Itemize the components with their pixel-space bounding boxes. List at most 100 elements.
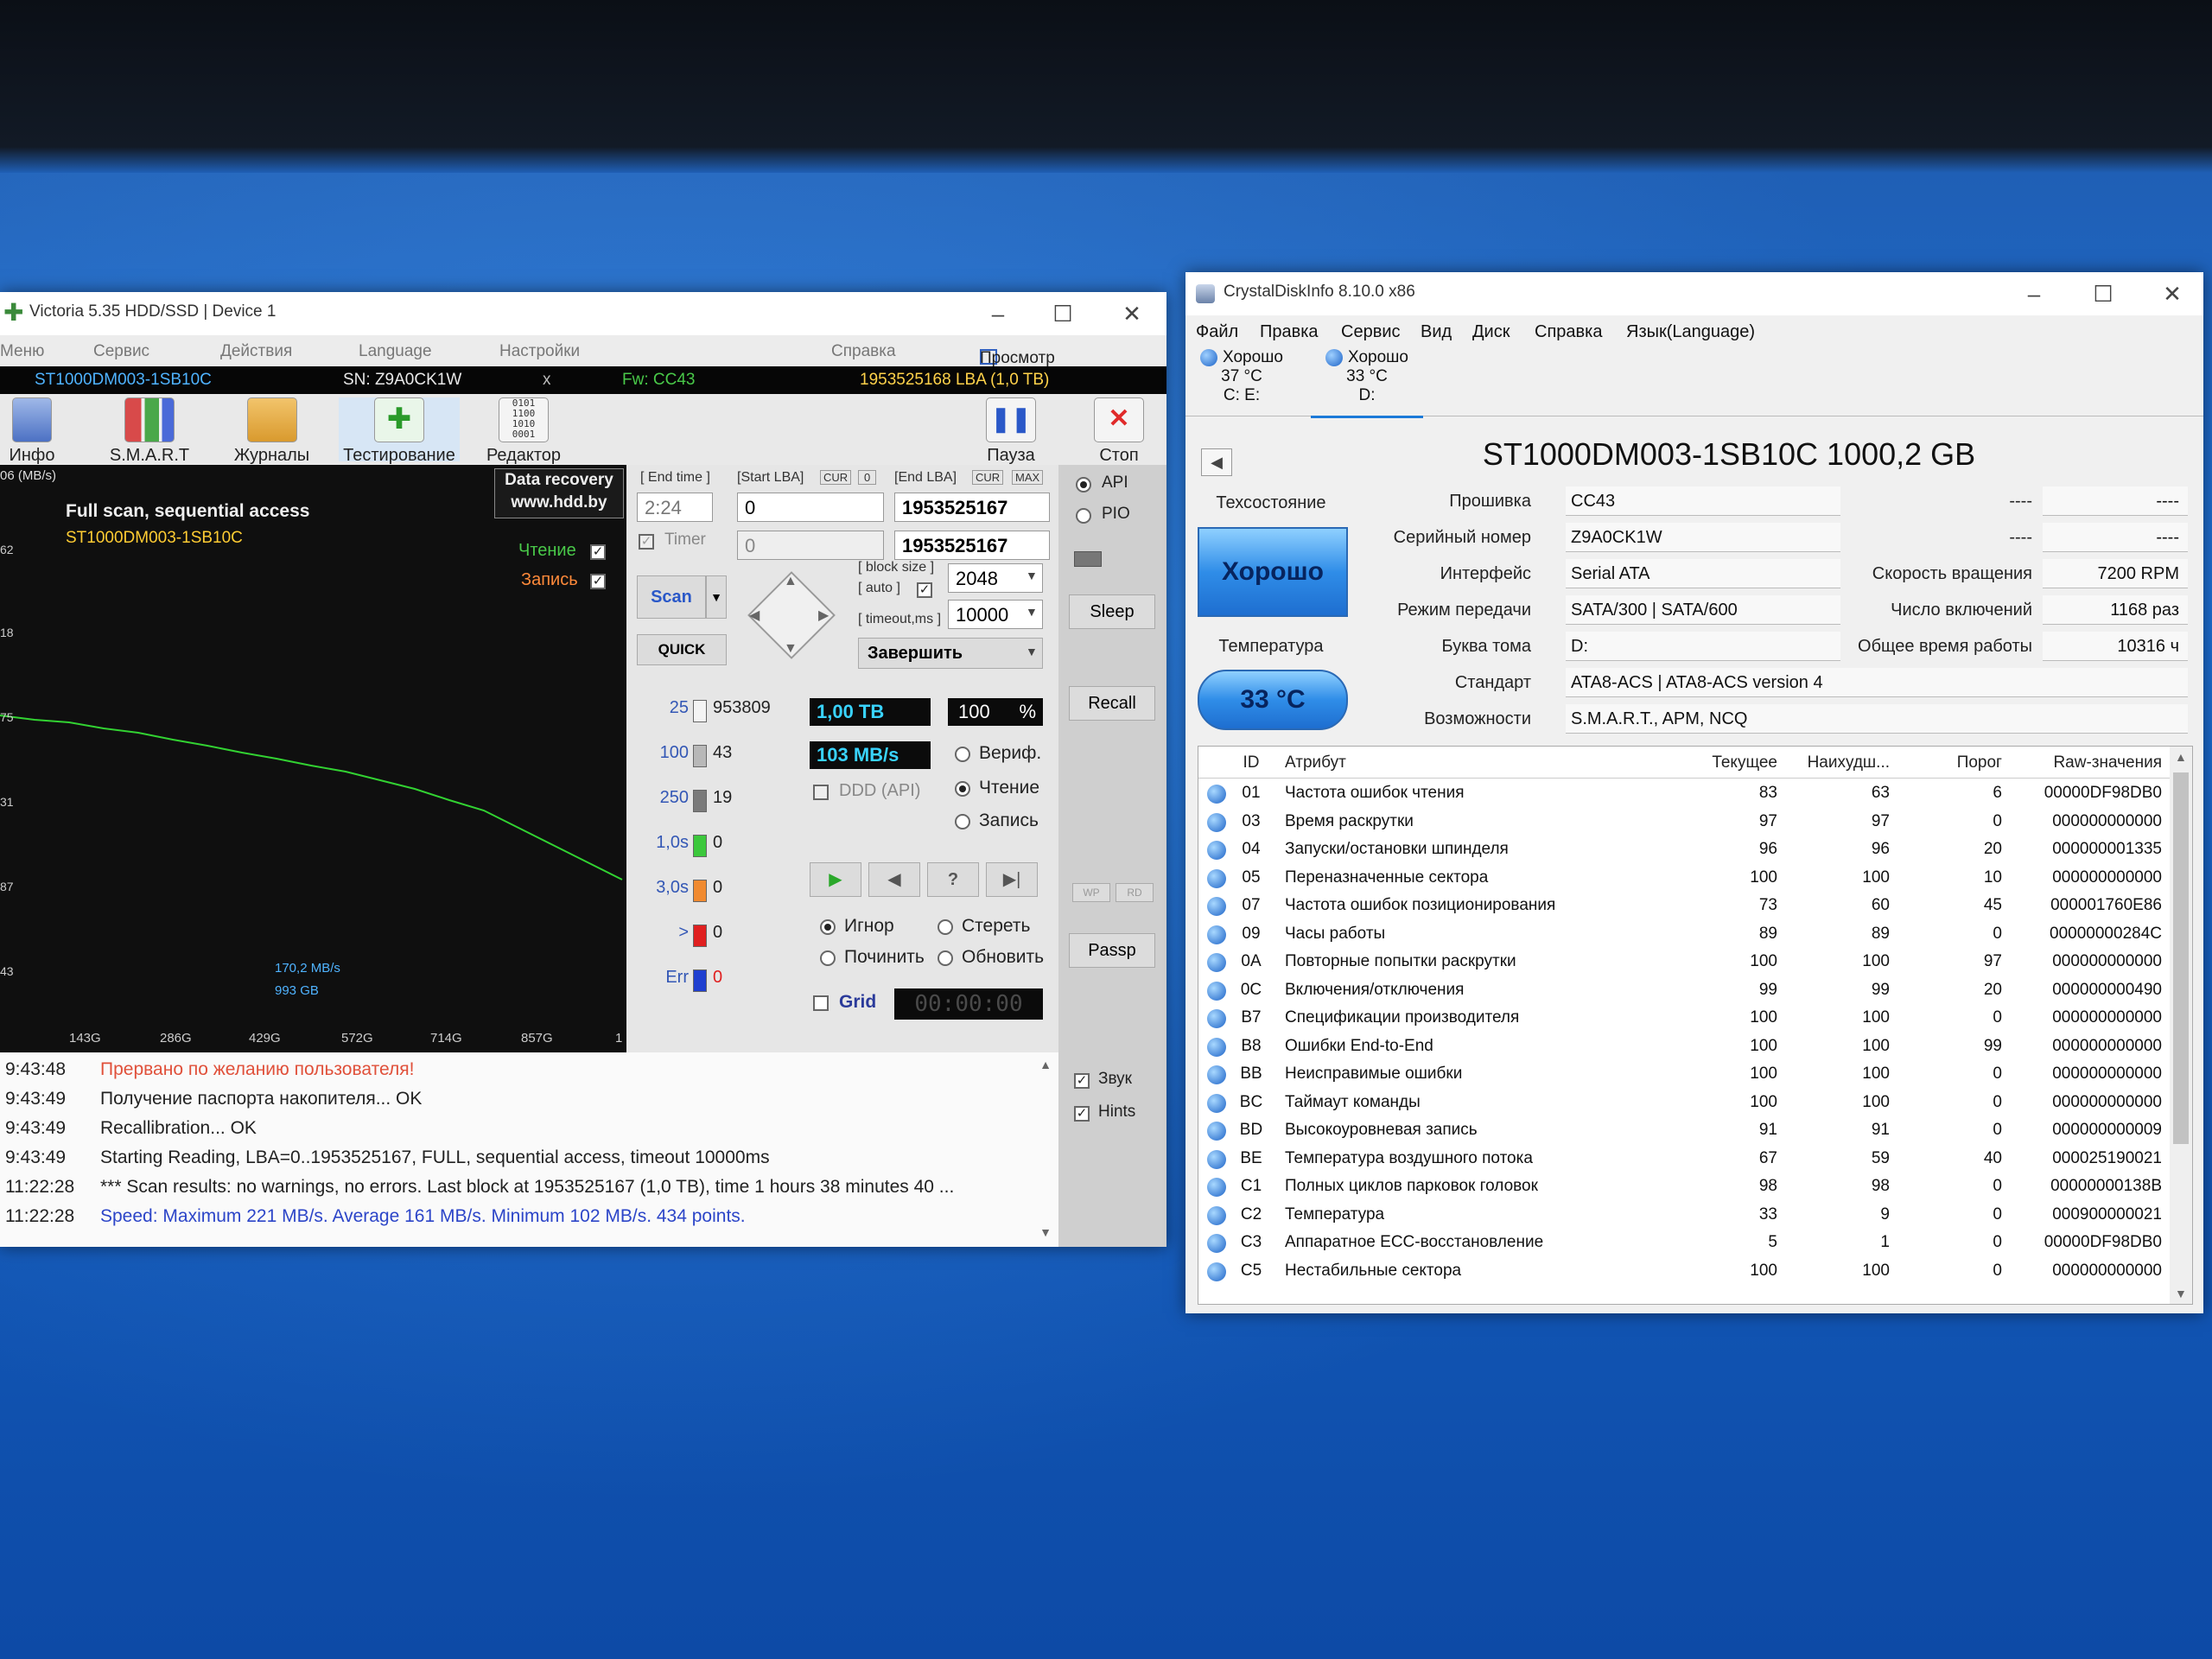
table-row[interactable]: BC Таймаут команды 100 100 0 000000000000 bbox=[1198, 1089, 2170, 1117]
table-row[interactable]: 07 Частота ошибок позиционирования 73 60 45 0… bbox=[1198, 892, 2170, 920]
write-radio[interactable] bbox=[955, 814, 970, 830]
wp-button[interactable]: WP bbox=[1072, 883, 1110, 902]
sleep-button[interactable]: Sleep bbox=[1069, 594, 1155, 629]
menu-item[interactable]: Сервис bbox=[93, 342, 149, 361]
temperature-button[interactable]: 33 °C bbox=[1198, 670, 1348, 730]
menu-item[interactable]: Вид bbox=[1421, 322, 1452, 342]
timer-end-input[interactable]: 1953525167 bbox=[894, 531, 1050, 560]
end-max-button[interactable]: MAX bbox=[1012, 470, 1044, 485]
auto-checkbox[interactable]: ✓ bbox=[917, 582, 932, 598]
table-row[interactable]: 01 Частота ошибок чтения 83 63 6 00000DF98DB0 bbox=[1198, 779, 2170, 808]
maximize-icon[interactable]: ☐ bbox=[2077, 277, 2129, 310]
random-seek-icon[interactable]: ? bbox=[927, 862, 979, 897]
smart-scrollbar[interactable]: ▲ ▼ bbox=[2170, 747, 2192, 1304]
read-radio[interactable] bbox=[955, 781, 970, 797]
scan-button[interactable]: Scan bbox=[637, 575, 706, 619]
drive-tab-c[interactable]: Хорошо 37 °C C: E: bbox=[1185, 346, 1298, 416]
passport-button[interactable]: Passp bbox=[1069, 933, 1155, 968]
col-attribute[interactable]: Атрибут bbox=[1285, 753, 1346, 772]
write-checkbox[interactable]: ✓ bbox=[590, 574, 606, 589]
table-row[interactable]: BD Высокоуровневая запись 91 91 0 00000000000… bbox=[1198, 1116, 2170, 1145]
menu-item[interactable]: Настройки bbox=[499, 342, 580, 361]
table-row[interactable]: C1 Полных циклов парковок головок 98 98 0 000… bbox=[1198, 1173, 2170, 1201]
start-cur-button[interactable]: CUR bbox=[820, 470, 852, 485]
table-row[interactable]: 0C Включения/отключения 99 99 20 000000000490 bbox=[1198, 976, 2170, 1005]
table-row[interactable]: 03 Время раскрутки 97 97 0 000000000000 bbox=[1198, 808, 2170, 836]
testing-button[interactable]: ✚ Тестирование bbox=[339, 397, 460, 465]
grid-checkbox[interactable] bbox=[813, 995, 829, 1011]
col-id[interactable]: ID bbox=[1230, 753, 1273, 772]
rd-button[interactable]: RD bbox=[1116, 883, 1154, 902]
recall-button[interactable]: Recall bbox=[1069, 686, 1155, 721]
hints-checkbox[interactable]: ✓ bbox=[1074, 1106, 1090, 1122]
sound-checkbox[interactable]: ✓ bbox=[1074, 1073, 1090, 1089]
table-row[interactable]: B8 Ошибки End-to-End 100 100 99 000000000000 bbox=[1198, 1033, 2170, 1061]
maximize-icon[interactable]: ☐ bbox=[1037, 297, 1089, 330]
table-row[interactable]: 04 Запуски/остановки шпинделя 96 96 20 000000… bbox=[1198, 836, 2170, 864]
menu-item[interactable]: Диск bbox=[1472, 322, 1510, 342]
menu-item[interactable]: Язык(Language) bbox=[1626, 322, 1755, 342]
health-status-button[interactable]: Хорошо bbox=[1198, 527, 1348, 617]
table-row[interactable]: 09 Часы работы 89 89 0 00000000284C bbox=[1198, 920, 2170, 949]
erase-radio[interactable] bbox=[938, 919, 953, 935]
menu-item[interactable]: Справка bbox=[1535, 322, 1602, 342]
table-row[interactable]: BB Неисправимые ошибки 100 100 0 000000000000 bbox=[1198, 1060, 2170, 1089]
data-recovery-link[interactable]: Data recovery www.hdd.by bbox=[494, 468, 624, 518]
table-row[interactable]: BE Температура воздушного потока 67 59 40 000… bbox=[1198, 1145, 2170, 1173]
minimize-icon[interactable]: – bbox=[972, 297, 1024, 330]
stop-button[interactable]: ✕ Стоп bbox=[1084, 397, 1154, 466]
scroll-up-icon[interactable]: ▲ bbox=[2175, 750, 2187, 764]
menu-item[interactable]: Меню bbox=[0, 342, 44, 361]
table-row[interactable]: C3 Аппаратное ECC-восстановление 5 1 0 00000D… bbox=[1198, 1229, 2170, 1257]
table-row[interactable]: 0A Повторные попытки раскрутки 100 100 97 000… bbox=[1198, 948, 2170, 976]
menu-item[interactable]: Файл bbox=[1196, 322, 1238, 342]
verify-radio[interactable] bbox=[955, 747, 970, 762]
cdi-titlebar[interactable]: CrystalDiskInfo 8.10.0 x86 – ☐ ✕ bbox=[1185, 272, 2203, 315]
timer-start-input[interactable]: 0 bbox=[737, 531, 884, 560]
scroll-down-icon[interactable]: ▼ bbox=[2175, 1287, 2187, 1300]
pio-radio[interactable] bbox=[1076, 508, 1091, 524]
table-row[interactable]: B7 Спецификации производителя 100 100 0 00000… bbox=[1198, 1004, 2170, 1033]
menu-item[interactable]: Правка bbox=[1260, 322, 1319, 342]
device-model[interactable]: ST1000DM003-1SB10C bbox=[35, 371, 212, 390]
refresh-radio[interactable] bbox=[938, 950, 953, 966]
editor-button[interactable]: 0101 1100 1010 0001 Редактор bbox=[480, 397, 567, 466]
end-time-input[interactable]: 2:24 bbox=[637, 493, 713, 522]
end-cur-button[interactable]: CUR bbox=[972, 470, 1004, 485]
col-threshold[interactable]: Порог bbox=[1898, 753, 2002, 772]
col-raw[interactable]: Raw-значения bbox=[2011, 753, 2162, 772]
chevron-down-icon[interactable]: ▼ bbox=[1026, 569, 1038, 582]
menu-item[interactable]: Действия bbox=[220, 342, 292, 361]
table-row[interactable]: C2 Температура 33 9 0 000900000021 bbox=[1198, 1201, 2170, 1230]
arrow-up-icon[interactable]: ▲ bbox=[784, 574, 798, 589]
fix-radio[interactable] bbox=[820, 950, 836, 966]
menu-item[interactable]: Language bbox=[359, 342, 432, 361]
col-worst[interactable]: Наихудш... bbox=[1786, 753, 1890, 772]
arrow-right-icon[interactable]: ▶ bbox=[818, 607, 829, 624]
victoria-titlebar[interactable]: ✚ Victoria 5.35 HDD/SSD | Device 1 – ☐ ✕ bbox=[0, 292, 1166, 335]
minimize-icon[interactable]: – bbox=[2008, 277, 2060, 310]
end-lba-input[interactable]: 1953525167 bbox=[894, 493, 1050, 522]
col-current[interactable]: Текущее bbox=[1665, 753, 1777, 772]
api-radio[interactable] bbox=[1076, 477, 1091, 493]
play-icon[interactable]: ▶ bbox=[810, 862, 861, 897]
menu-item[interactable]: Сервис bbox=[1341, 322, 1401, 342]
table-row[interactable]: C5 Нестабильные сектора 100 100 0 00000000000… bbox=[1198, 1257, 2170, 1286]
start-lba-input[interactable]: 0 bbox=[737, 493, 884, 522]
start-zero-button[interactable]: 0 bbox=[858, 470, 877, 485]
table-row[interactable]: 05 Переназначенные сектора 100 100 10 0000000… bbox=[1198, 864, 2170, 893]
info-button[interactable]: Инфо bbox=[2, 397, 62, 466]
drive-tab-d[interactable]: Хорошо 33 °C D: bbox=[1311, 346, 1423, 418]
chevron-down-icon[interactable]: ▼ bbox=[1026, 605, 1038, 619]
timer-checkbox[interactable]: ✓ bbox=[639, 534, 654, 550]
menu-item[interactable]: Справка bbox=[831, 342, 896, 361]
rewind-icon[interactable]: ◀ bbox=[868, 862, 920, 897]
log-scroll-up-icon[interactable]: ▲ bbox=[1039, 1058, 1052, 1071]
quick-button[interactable]: QUICK bbox=[637, 634, 727, 665]
device-close-icon[interactable]: x bbox=[543, 371, 551, 390]
finish-select[interactable]: Завершить bbox=[858, 638, 1043, 669]
ignore-radio[interactable] bbox=[820, 919, 836, 935]
logs-button[interactable]: Журналы bbox=[226, 397, 317, 466]
skip-end-icon[interactable]: ▶| bbox=[986, 862, 1038, 897]
ddd-checkbox[interactable] bbox=[813, 785, 829, 800]
